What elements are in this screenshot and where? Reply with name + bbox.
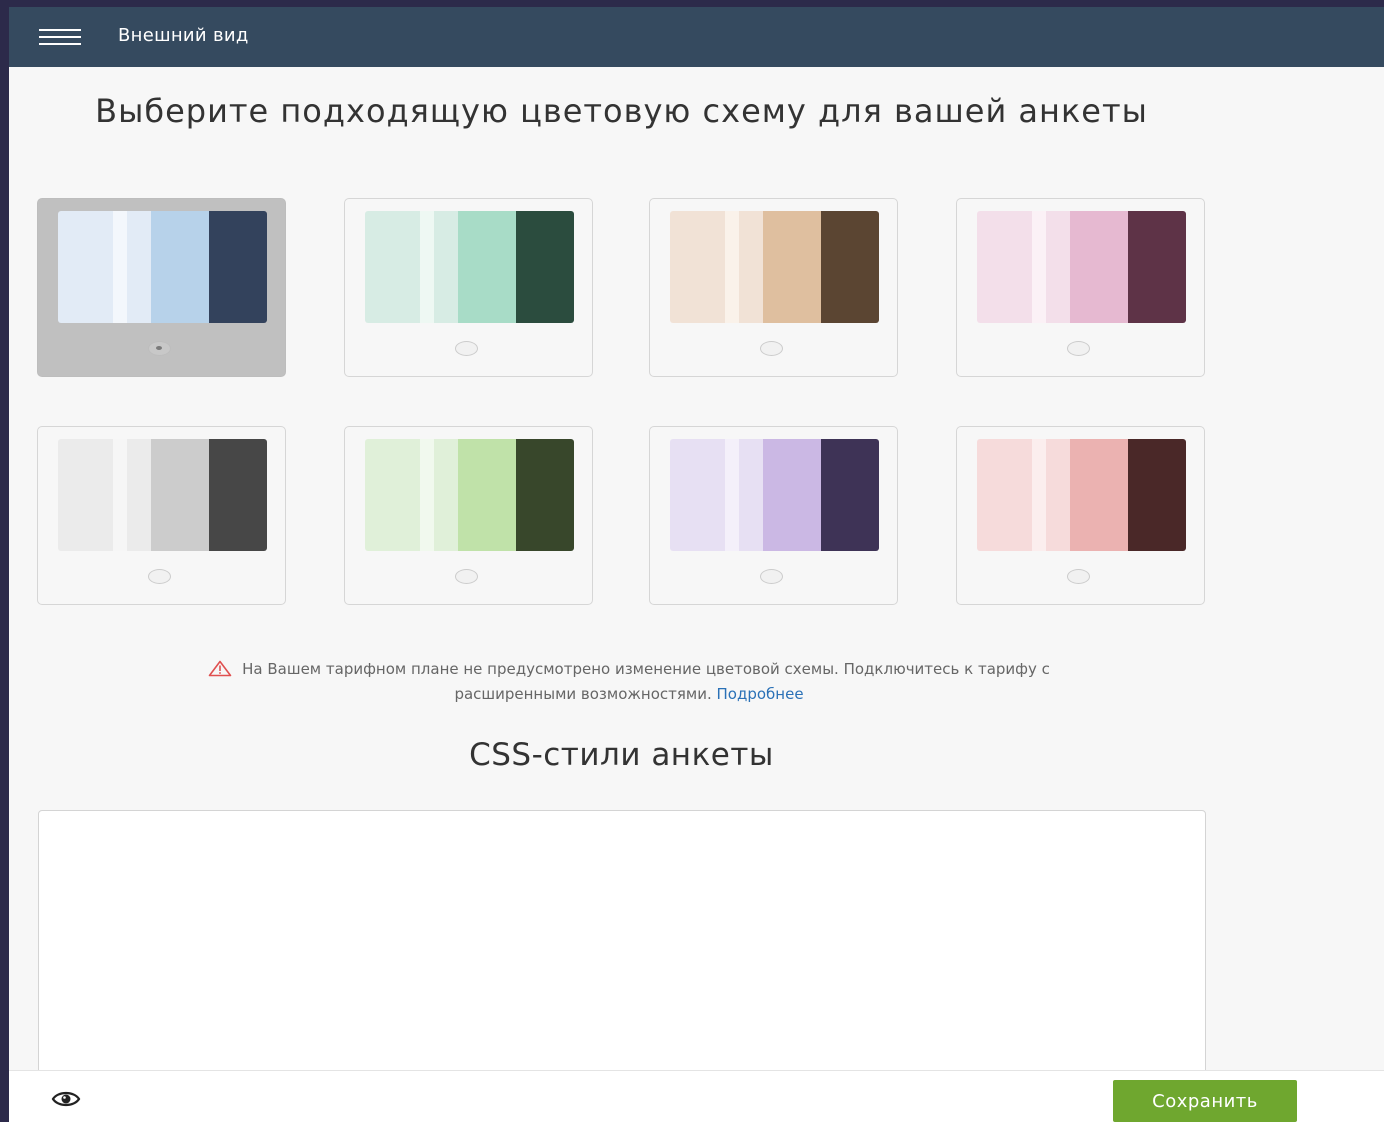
scheme-radio[interactable] xyxy=(1067,569,1090,584)
css-styles-heading: CSS-стили анкеты xyxy=(469,737,774,773)
color-scheme-option[interactable] xyxy=(37,198,286,377)
css-styles-editor[interactable] xyxy=(38,810,1206,1080)
scheme-radio[interactable] xyxy=(455,569,478,584)
top-bar: Внешний вид xyxy=(9,7,1384,67)
color-scheme-option[interactable] xyxy=(37,426,286,605)
scheme-radio[interactable] xyxy=(148,569,171,584)
color-swatch xyxy=(365,439,574,551)
color-scheme-option[interactable] xyxy=(649,426,898,605)
color-swatch xyxy=(365,211,574,323)
color-scheme-option[interactable] xyxy=(956,198,1205,377)
color-scheme-option[interactable] xyxy=(344,426,593,605)
color-swatch xyxy=(977,439,1186,551)
color-swatch xyxy=(670,211,879,323)
settings-panel: Внешний вид Выберите подходящую цветовую… xyxy=(9,7,1384,1122)
hamburger-menu-icon[interactable] xyxy=(39,27,81,47)
page-title: Внешний вид xyxy=(118,25,249,46)
color-scheme-option[interactable] xyxy=(649,198,898,377)
tariff-notice: На Вашем тарифном плане не предусмотрено… xyxy=(69,657,1189,707)
save-button[interactable]: Сохранить xyxy=(1113,1080,1297,1122)
color-swatch xyxy=(58,439,267,551)
notice-text-line1: На Вашем тарифном плане не предусмотрено… xyxy=(242,660,1050,678)
notice-text-line2: расширенными возможностями. xyxy=(454,685,717,703)
more-info-link[interactable]: Подробнее xyxy=(717,685,804,703)
scheme-radio[interactable] xyxy=(760,569,783,584)
scheme-radio[interactable] xyxy=(760,341,783,356)
color-swatch xyxy=(670,439,879,551)
scheme-radio[interactable] xyxy=(148,341,171,356)
footer-bar: Сохранить xyxy=(9,1070,1384,1122)
color-scheme-option[interactable] xyxy=(956,426,1205,605)
preview-eye-icon[interactable] xyxy=(51,1089,81,1109)
warning-icon xyxy=(208,660,232,677)
scheme-radio[interactable] xyxy=(455,341,478,356)
color-swatch xyxy=(977,211,1186,323)
scheme-radio[interactable] xyxy=(1067,341,1090,356)
color-swatch xyxy=(58,211,267,323)
color-scheme-heading: Выберите подходящую цветовую схему для в… xyxy=(95,92,1148,130)
color-scheme-option[interactable] xyxy=(344,198,593,377)
